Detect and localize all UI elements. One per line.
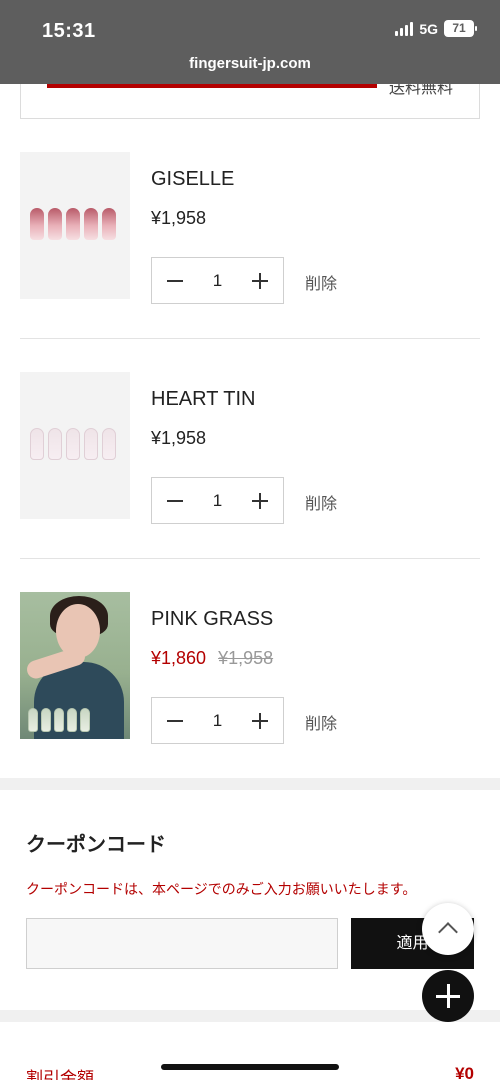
quantity-stepper: 1 xyxy=(151,697,284,744)
minus-icon[interactable] xyxy=(166,272,184,290)
original-price: ¥1,958 xyxy=(218,648,274,668)
product-price: ¥1,958 xyxy=(151,208,207,228)
product-image[interactable] xyxy=(20,372,130,519)
minus-icon[interactable] xyxy=(166,492,184,510)
cart-item: GISELLE ¥1,958 1 削除 xyxy=(20,152,480,372)
delete-button[interactable]: 削除 xyxy=(305,270,337,294)
product-name[interactable]: GISELLE xyxy=(151,168,234,191)
product-price: ¥1,958 xyxy=(151,428,207,448)
sale-price: ¥1,860 xyxy=(151,648,207,668)
coupon-note: クーポンコードは、本ページでのみご入力お願いいたします。 xyxy=(26,881,417,897)
discount-label: 割引金額 xyxy=(26,1069,94,1080)
delete-button[interactable]: 削除 xyxy=(305,710,337,734)
add-icon[interactable] xyxy=(422,970,474,1022)
signal-icon xyxy=(395,21,414,36)
quantity-value[interactable]: 1 xyxy=(213,711,222,731)
shipping-progress-bar xyxy=(47,84,377,88)
coupon-code-input[interactable] xyxy=(26,918,338,969)
minus-icon[interactable] xyxy=(166,712,184,730)
home-indicator[interactable] xyxy=(161,1064,339,1070)
price-row: ¥1,958 xyxy=(151,208,206,229)
product-name[interactable]: PINK GRASS xyxy=(151,608,273,631)
address-bar[interactable]: fingersuit-jp.com xyxy=(0,55,500,72)
divider xyxy=(20,338,480,339)
product-image[interactable] xyxy=(20,152,130,299)
battery-icon: 71 xyxy=(444,20,477,37)
product-image[interactable] xyxy=(20,592,130,739)
price-row: ¥1,958 xyxy=(151,428,206,449)
coupon-title: クーポンコード xyxy=(26,834,166,856)
chevron-up-icon[interactable] xyxy=(422,903,474,955)
product-name[interactable]: HEART TIN xyxy=(151,388,255,411)
delete-button[interactable]: 削除 xyxy=(305,490,337,514)
section-divider xyxy=(0,778,500,790)
plus-icon[interactable] xyxy=(251,712,269,730)
quantity-value[interactable]: 1 xyxy=(213,271,222,291)
quantity-stepper: 1 xyxy=(151,257,284,304)
plus-icon[interactable] xyxy=(251,272,269,290)
discount-value: ¥0 xyxy=(455,1064,474,1080)
quantity-stepper: 1 xyxy=(151,477,284,524)
plus-icon[interactable] xyxy=(251,492,269,510)
section-divider xyxy=(0,1010,500,1022)
price-row: ¥1,860 ¥1,958 xyxy=(151,648,273,669)
divider xyxy=(20,558,480,559)
browser-top-bar: 15:31 5G 71 fingersuit-jp.com xyxy=(0,0,500,84)
status-time: 15:31 xyxy=(42,20,96,42)
cart-item: HEART TIN ¥1,958 1 削除 xyxy=(20,372,480,592)
status-indicators: 5G 71 xyxy=(395,20,477,37)
quantity-value[interactable]: 1 xyxy=(213,491,222,511)
network-type: 5G xyxy=(419,20,438,37)
